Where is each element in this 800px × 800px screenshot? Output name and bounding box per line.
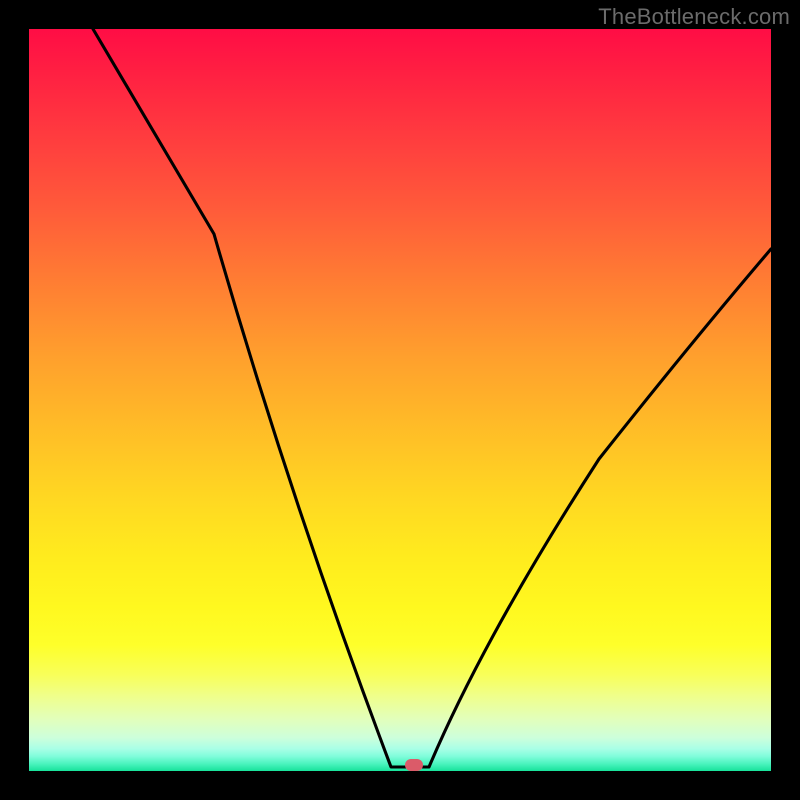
watermark-text: TheBottleneck.com xyxy=(598,4,790,30)
app-frame: TheBottleneck.com xyxy=(0,0,800,800)
bottleneck-curve xyxy=(29,29,771,771)
bottleneck-marker xyxy=(405,759,423,771)
plot-area xyxy=(29,29,771,771)
